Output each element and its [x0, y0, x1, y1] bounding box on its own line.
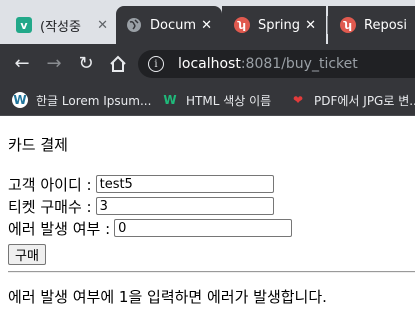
- url-text: localhost:8081/buy_ticket: [178, 56, 358, 72]
- tab-title: Spring: [258, 17, 300, 33]
- tab-repository[interactable]: ʮ Reposi: [328, 6, 415, 44]
- customer-id-label: 고객 아이디 :: [8, 175, 92, 194]
- forward-icon[interactable]: →: [42, 52, 66, 76]
- back-icon[interactable]: ←: [10, 52, 34, 76]
- error-flag-label: 에러 발생 여부 :: [8, 219, 111, 238]
- ticket-count-row: 티켓 구매수 :: [8, 196, 274, 216]
- page-title: 카드 결제: [8, 136, 68, 154]
- bookmark-label: 한글 Lorem Ipsum...: [36, 93, 152, 108]
- bookmark-label: PDF에서 JPG로 변...: [314, 93, 415, 108]
- w-icon: W: [163, 93, 177, 107]
- tab-strip: v (작성중 ✕ Docum ✕ ʮ Spring ✕ ʮ Reposi: [0, 0, 415, 44]
- page-content: 카드 결제 고객 아이디 : 티켓 구매수 : 에러 발생 여부 : 구매 에러…: [0, 116, 415, 314]
- wordpress-icon: W: [12, 92, 28, 108]
- buy-button[interactable]: 구매: [8, 244, 46, 265]
- v-app-icon: v: [16, 17, 32, 33]
- reload-icon[interactable]: ↻: [74, 52, 98, 76]
- spring-icon: ʮ: [340, 17, 356, 33]
- spring-icon: ʮ: [234, 17, 250, 33]
- customer-id-input[interactable]: [95, 175, 274, 193]
- divider: [8, 271, 415, 273]
- ticket-count-input[interactable]: [95, 197, 274, 215]
- tab-spring[interactable]: ʮ Spring ✕: [222, 6, 326, 44]
- heart-icon: ❤: [292, 93, 304, 107]
- tab-title: Reposi: [364, 17, 408, 33]
- bookmark-html-colors[interactable]: W HTML 색상 이름: [162, 91, 271, 109]
- site-info-icon[interactable]: i: [148, 56, 164, 72]
- bookmark-lorem[interactable]: W 한글 Lorem Ipsum...: [12, 91, 151, 109]
- globe-icon: [126, 17, 142, 33]
- ticket-count-label: 티켓 구매수 :: [8, 197, 92, 216]
- error-flag-input[interactable]: [114, 219, 293, 237]
- error-flag-row: 에러 발생 여부 :: [8, 218, 293, 238]
- address-bar[interactable]: i localhost:8081/buy_ticket: [138, 50, 415, 78]
- error-note: 에러 발생 여부에 1을 입력하면 에러가 발생합니다.: [8, 288, 327, 306]
- tab-title: (작성중: [40, 19, 81, 35]
- tab-draft[interactable]: v (작성중 ✕: [8, 6, 118, 44]
- bookmark-label: HTML 색상 이름: [186, 93, 272, 108]
- bookmarks-bar: W 한글 Lorem Ipsum... W HTML 색상 이름 ❤ PDF에서…: [0, 84, 415, 116]
- close-icon[interactable]: ✕: [201, 18, 212, 33]
- customer-id-row: 고객 아이디 :: [8, 174, 274, 194]
- browser-toolbar: ← → ↻ i localhost:8081/buy_ticket: [0, 44, 415, 84]
- home-icon[interactable]: [106, 52, 130, 76]
- close-icon[interactable]: ✕: [97, 18, 108, 33]
- tab-document[interactable]: Docum ✕: [116, 6, 222, 44]
- bookmark-pdf[interactable]: ❤ PDF에서 JPG로 변...: [290, 91, 415, 109]
- tab-title: Docum: [150, 17, 197, 33]
- close-icon[interactable]: ✕: [305, 18, 316, 33]
